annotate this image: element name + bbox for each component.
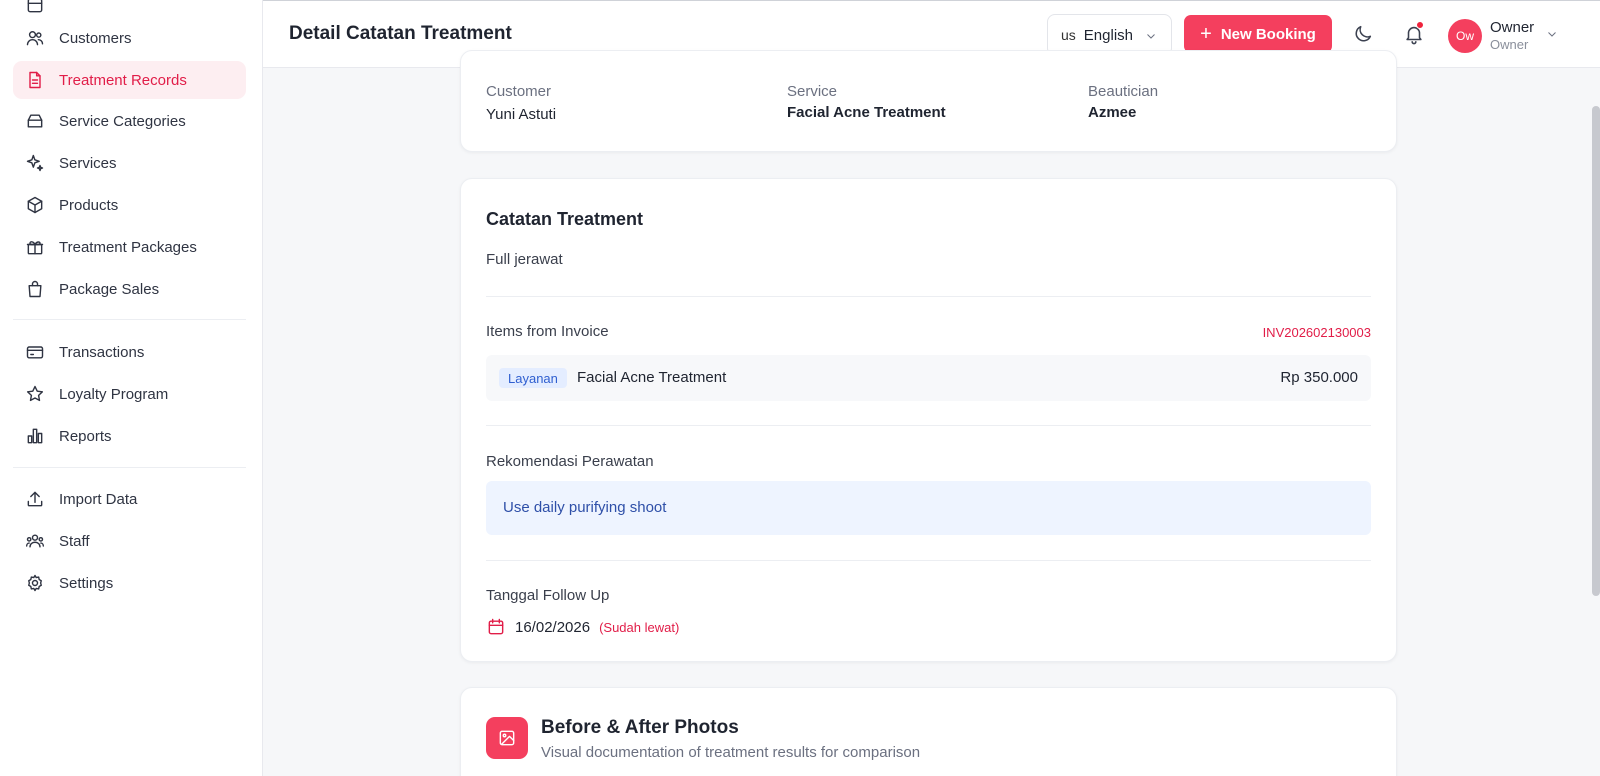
chevron-down-icon: [1546, 27, 1558, 45]
service-value: Facial Acne Treatment: [787, 104, 946, 121]
sidebar-divider: [13, 467, 246, 468]
upload-icon: [25, 489, 45, 509]
sidebar-item-label: Settings: [59, 574, 114, 592]
sidebar-item-reports[interactable]: Reports: [13, 417, 246, 455]
invoice-link[interactable]: INV202602130003: [1263, 325, 1371, 340]
star-icon: [25, 384, 45, 404]
image-icon: [486, 717, 528, 759]
service-label: Service: [787, 83, 838, 100]
sidebar-item-service-categories[interactable]: Service Categories: [13, 102, 246, 140]
page-title: Detail Catatan Treatment: [289, 23, 512, 44]
item-price: Rp 350.000: [1280, 369, 1358, 386]
sidebar-item-label: Import Data: [59, 490, 138, 508]
avatar: Ow: [1448, 19, 1482, 53]
new-booking-label: New Booking: [1220, 25, 1316, 43]
cube-icon: [25, 195, 45, 215]
divider: [486, 425, 1371, 426]
page-scrollbar[interactable]: [1592, 106, 1600, 596]
users-icon: [25, 28, 45, 48]
plus-icon: +: [1200, 23, 1212, 45]
shopping-bag-icon: [25, 279, 45, 299]
sidebar-item-label: Products: [59, 196, 119, 214]
gift-icon: [25, 237, 45, 257]
sidebar-divider: [13, 319, 246, 320]
divider: [486, 560, 1371, 561]
sidebar-item-staff[interactable]: Staff: [13, 522, 246, 560]
item-name: Facial Acne Treatment: [577, 369, 727, 386]
sidebar-item-loyalty-program[interactable]: Loyalty Program: [13, 375, 246, 413]
sidebar-item-products[interactable]: Products: [13, 186, 246, 224]
service-info: Service Facial Acne Treatment: [787, 83, 946, 121]
followup-date-row: 16/02/2026 (Sudah lewat): [486, 617, 679, 637]
section-title: Catatan Treatment: [486, 209, 644, 229]
invoice-item-row: Layanan Facial Acne Treatment Rp 350.000: [486, 355, 1371, 401]
sidebar-item-services[interactable]: Services: [13, 144, 246, 182]
sidebar-item-label: Loyalty Program: [59, 385, 169, 403]
credit-card-icon: [25, 342, 45, 362]
sidebar: Customers Treatment Records Service Cate…: [0, 0, 263, 776]
beautician-label: Beautician: [1088, 83, 1159, 100]
notes-text: Full jerawat: [486, 251, 563, 268]
sidebar-item-customers[interactable]: Customers: [13, 19, 246, 57]
sidebar-item-label: Staff: [59, 532, 90, 550]
beautician-value: Azmee: [1088, 104, 1137, 121]
followup-status: (Sudah lewat): [599, 619, 680, 635]
calendar-icon: [488, 618, 504, 635]
beautician-info: Beautician Azmee: [1088, 83, 1158, 121]
customer-label: Customer: [486, 83, 552, 100]
team-icon: [25, 531, 45, 551]
sidebar-item-label: Transactions: [59, 343, 145, 361]
sidebar-item-package-sales[interactable]: Package Sales: [13, 270, 246, 308]
treatment-summary-card: Customer Yuni Astuti Service Facial Acne…: [460, 50, 1397, 152]
new-booking-button[interactable]: + New Booking: [1184, 15, 1332, 53]
customer-value: Yuni Astuti: [486, 106, 557, 123]
photos-title: Before & After Photos: [541, 717, 739, 738]
flag-us-icon: us: [1061, 27, 1076, 43]
chevron-down-icon: [1145, 29, 1157, 46]
treatment-notes-card: Catatan Treatment Full jerawat Items fro…: [460, 178, 1397, 662]
calendar-icon: [25, 0, 45, 15]
sidebar-item-label: Treatment Packages: [59, 238, 197, 256]
sidebar-item-treatment-records[interactable]: Treatment Records: [13, 61, 246, 99]
sparkles-icon: [25, 153, 45, 173]
user-name: Owner: [1490, 19, 1535, 36]
sidebar-item-import-data[interactable]: Import Data: [13, 480, 246, 518]
photos-card: Before & After Photos Visual documentati…: [460, 687, 1397, 776]
recommendation-label: Rekomendasi Perawatan: [486, 453, 654, 470]
bar-chart-icon: [25, 426, 45, 446]
stack-icon: [25, 111, 45, 131]
divider: [486, 296, 1371, 297]
sidebar-item-treatment-packages[interactable]: Treatment Packages: [13, 228, 246, 266]
notifications-button[interactable]: [1403, 21, 1425, 45]
recommendation-text: Use daily purifying shoot: [503, 499, 667, 516]
notification-dot: [1416, 21, 1424, 29]
recommendation-box: Use daily purifying shoot: [486, 481, 1371, 535]
sidebar-item-label: Treatment Records: [59, 71, 187, 89]
gear-icon: [25, 573, 45, 593]
sidebar-item-label: Services: [59, 154, 117, 172]
item-type-badge: Layanan: [499, 368, 567, 388]
sidebar-item-settings[interactable]: Settings: [13, 564, 246, 602]
user-role: Owner: [1490, 37, 1529, 52]
customer-info: Customer Yuni Astuti: [486, 83, 556, 123]
language-label: English: [1083, 26, 1133, 44]
followup-label: Tanggal Follow Up: [486, 587, 610, 604]
sidebar-item-transactions[interactable]: Transactions: [13, 333, 246, 371]
sidebar-item-label: Customers: [59, 29, 132, 47]
moon-icon: [1355, 25, 1372, 42]
sidebar-item-label: Reports: [59, 427, 112, 445]
items-label: Items from Invoice: [486, 323, 609, 340]
followup-date: 16/02/2026: [515, 618, 591, 636]
sidebar-item-label: Service Categories: [59, 112, 186, 130]
dark-mode-toggle[interactable]: [1352, 23, 1374, 45]
user-menu[interactable]: Ow Owner Owner: [1448, 18, 1558, 54]
photos-subtitle: Visual documentation of treatment result…: [541, 744, 921, 761]
document-icon: [25, 70, 45, 90]
sidebar-item-label: Package Sales: [59, 280, 160, 298]
